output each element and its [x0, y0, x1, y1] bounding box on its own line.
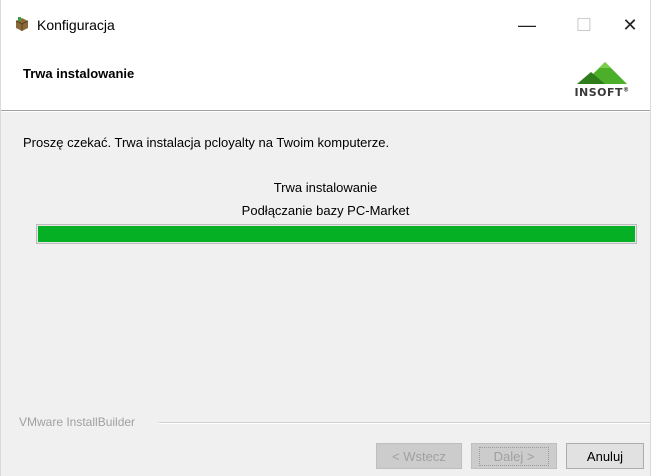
close-icon: ✕ — [622, 14, 638, 35]
minimize-button[interactable]: — — [504, 6, 550, 44]
back-button[interactable]: < Wstecz — [376, 443, 462, 469]
window-title: Konfiguracja — [37, 17, 115, 33]
status-title: Trwa instalowanie — [273, 180, 378, 195]
progress-bar — [36, 224, 637, 244]
install-message: Proszę czekać. Trwa instalacja pcloyalty… — [23, 135, 390, 150]
installer-window: Konfiguracja — ☐ ✕ Trwa instalowanie INS… — [0, 0, 651, 476]
page-header: Trwa instalowanie INSOFT® — [1, 44, 650, 110]
status-detail: Podłączanie bazy PC-Market — [241, 203, 410, 218]
maximize-icon: ☐ — [575, 14, 593, 35]
header-divider — [1, 110, 650, 112]
footer-divider — [159, 422, 650, 424]
mountain-logo-icon — [577, 62, 627, 84]
installer-brand: VMware InstallBuilder — [19, 415, 136, 429]
insoft-logo: INSOFT® — [569, 56, 635, 100]
next-button-label: Dalej > — [478, 446, 550, 466]
close-button[interactable]: ✕ — [607, 6, 650, 44]
logo-wordmark: INSOFT® — [574, 86, 630, 99]
minimize-icon: — — [518, 14, 536, 35]
next-button[interactable]: Dalej > — [471, 443, 557, 469]
installer-box-icon — [15, 17, 29, 31]
title-bar[interactable]: Konfiguracja — ☐ ✕ — [1, 0, 650, 44]
cancel-button[interactable]: Anuluj — [566, 443, 644, 469]
progress-fill — [38, 226, 635, 242]
page-title: Trwa instalowanie — [23, 66, 135, 81]
maximize-button[interactable]: ☐ — [561, 6, 607, 44]
